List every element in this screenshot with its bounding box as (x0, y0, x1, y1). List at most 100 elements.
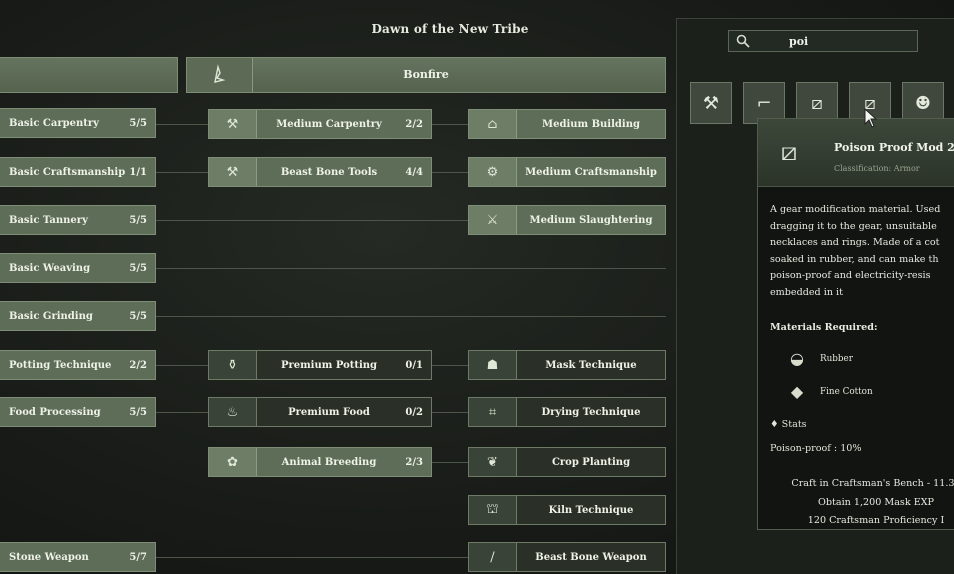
tech-node-name: Medium Craftsmanship (525, 166, 657, 178)
tech-node-name: Stone Weapon (9, 551, 89, 563)
tech-node-name: Basic Grinding (9, 310, 93, 322)
saw-icon: ⚒ (209, 110, 257, 138)
tech-node[interactable]: ⚒ Beast Bone Tools 4/4 (208, 157, 432, 187)
pot-icon: ⚱ (209, 351, 257, 379)
tech-node[interactable]: Potting Technique 2/2 (0, 350, 156, 380)
tech-node-name: Basic Tannery (9, 214, 88, 226)
bone-tool-icon: ⚒ (209, 158, 257, 186)
mask-icon: ☻ (914, 92, 932, 114)
plant-icon: ❦ (469, 448, 517, 476)
tech-node[interactable]: Basic Carpentry 5/5 (0, 108, 156, 138)
connector-line (156, 316, 666, 317)
tech-node[interactable]: Basic Grinding 5/5 (0, 301, 156, 331)
connector-line (156, 557, 468, 558)
tech-node-name: Medium Carpentry (276, 118, 382, 130)
tech-node[interactable]: ♨ Premium Food 0/2 (208, 397, 432, 427)
tech-node-count: 5/5 (129, 262, 147, 274)
connector-line (432, 365, 468, 366)
connector-line (156, 412, 208, 413)
tech-node-count: 5/5 (129, 310, 147, 322)
connector-line (156, 365, 208, 366)
tech-node-name: Premium Potting (280, 359, 378, 371)
connector-line (432, 462, 468, 463)
tech-node[interactable]: ⚙ Medium Craftsmanship (468, 157, 666, 187)
tech-node-name: Beast Bone Weapon (535, 551, 647, 563)
tech-node-count: 5/5 (129, 117, 147, 129)
description-line: A gear modification material. Used (770, 204, 941, 215)
craft-line: 120 Craftsman Proficiency I (807, 515, 945, 526)
tech-node-name: Kiln Technique (548, 504, 634, 516)
tech-tree-screen: Dawn of the New Tribe Bonfire Basic Carp… (0, 0, 954, 574)
tech-node[interactable]: Basic Tannery 5/5 (0, 205, 156, 235)
craft-line: Obtain 1,200 Mask EXP (817, 496, 934, 508)
description-line: dragging it to the gear, unsuitable (770, 220, 937, 232)
tech-node-count: 5/7 (129, 551, 147, 563)
tech-node-name: Beast Bone Tools (280, 166, 378, 178)
mouse-cursor-icon (864, 107, 878, 133)
food-icon: ♨ (209, 398, 257, 426)
tech-node[interactable]: / Beast Bone Weapon (468, 542, 666, 572)
material-item: ◒ Rubber (784, 346, 944, 374)
building-icon: ⌂ (469, 110, 517, 138)
item-description: A gear modification material. Used dragg… (770, 202, 954, 302)
tech-node[interactable]: ⚒ Medium Carpentry 2/2 (208, 109, 432, 139)
material-name: Fine Cotton (820, 387, 873, 397)
tooltip-header: ⧄ Poison Proof Mod 2 Classification: Arm… (758, 119, 954, 187)
connector-line (156, 220, 468, 221)
tech-node[interactable]: Basic Craftsmanship 1/1 (0, 157, 156, 187)
tech-node[interactable]: Food Processing 5/5 (0, 397, 156, 427)
material-name: Rubber (820, 354, 853, 364)
workbench-icon: ⚙ (469, 158, 517, 186)
tech-node[interactable]: ⌂ Medium Building (468, 109, 666, 139)
tech-node-name: Basic Craftsmanship (9, 166, 126, 178)
tech-node-name: Basic Weaving (9, 262, 91, 274)
tech-node-count: 5/5 (129, 214, 147, 226)
craft-info: Craft in Craftsman's Bench - 11.30 Obtai… (776, 475, 954, 531)
result-slot[interactable]: ⚒ (690, 82, 732, 124)
mask-icon: ☗ (469, 351, 517, 379)
stat-line: Poison-proof : 10% (770, 443, 862, 454)
description-line: poison-proof and electricity-resis (770, 270, 931, 282)
tech-node[interactable]: ⚱ Premium Potting 0/1 (208, 350, 432, 380)
tech-node-name: Food Processing (9, 406, 101, 418)
connector-line (432, 412, 468, 413)
tech-node[interactable]: ✿ Animal Breeding 2/3 (208, 447, 432, 477)
window-title: Dawn of the New Tribe (371, 22, 529, 36)
search-input[interactable]: poi (728, 30, 918, 52)
wrench-icon: ⚒ (702, 92, 720, 114)
butcher-icon: ⚔ (469, 206, 517, 234)
tech-node-count: 5/5 (129, 406, 147, 418)
animal-icon: ✿ (209, 448, 257, 476)
cotton-icon: ◆ (790, 382, 804, 401)
tech-node-name: Medium Slaughtering (529, 214, 653, 226)
tech-node[interactable]: Basic Weaving 5/5 (0, 253, 156, 283)
connector-line (432, 124, 468, 125)
tech-node-count: 0/2 (405, 406, 423, 418)
connector-line (432, 172, 468, 173)
tool-icon: ⌐ (756, 92, 772, 114)
tech-node-count: 4/4 (405, 166, 423, 178)
tech-node-count: 0/1 (405, 359, 423, 371)
stats-header[interactable]: ♦ Stats (770, 419, 807, 430)
tech-node-name: Crop Planting (551, 456, 631, 468)
bone-weapon-icon: / (469, 543, 517, 571)
tech-node[interactable]: ⚔ Medium Slaughtering (468, 205, 666, 235)
material-item: ◆ Fine Cotton (784, 379, 944, 407)
item-name: Poison Proof Mod 2 (834, 141, 954, 154)
tech-node-count: 2/2 (129, 359, 147, 371)
tech-node-name: Basic Carpentry (9, 117, 99, 129)
tech-node[interactable]: ☗ Mask Technique (468, 350, 666, 380)
stats-label: Stats (781, 419, 807, 430)
tech-node[interactable]: Stone Weapon 5/7 (0, 542, 156, 572)
tech-node[interactable]: ⛫ Kiln Technique (468, 495, 666, 525)
item-classification: Classification: Armor (834, 164, 920, 173)
tech-node[interactable]: ❦ Crop Planting (468, 447, 666, 477)
search-icon (736, 34, 750, 48)
tech-node-count: 2/3 (405, 456, 423, 468)
diamond-icon: ♦ (770, 419, 779, 430)
tech-node[interactable]: ⌗ Drying Technique (468, 397, 666, 427)
kiln-icon: ⛫ (469, 496, 517, 524)
tech-node-name: Premium Food (288, 406, 370, 418)
connector-line (156, 172, 208, 173)
tech-node-name: Mask Technique (545, 359, 637, 371)
